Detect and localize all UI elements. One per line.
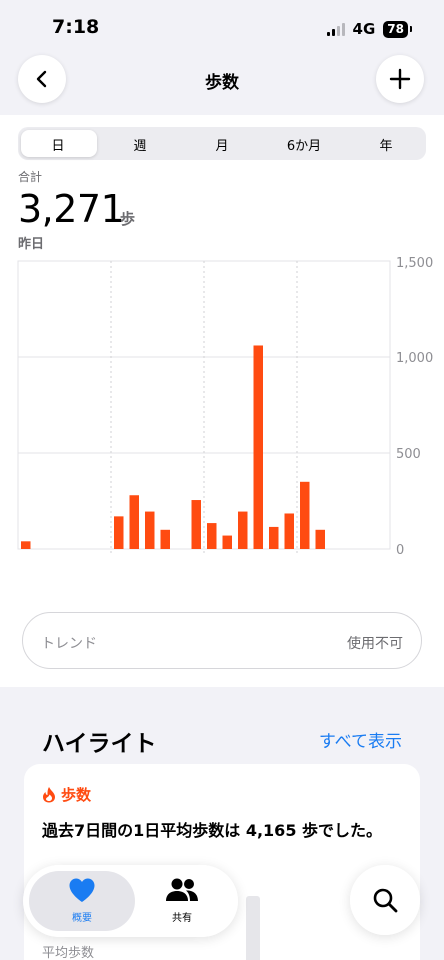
total-steps-value: 3,271 bbox=[18, 187, 125, 231]
chart-frame bbox=[17, 260, 391, 550]
search-button[interactable] bbox=[350, 865, 420, 935]
bar-hour-9 bbox=[160, 529, 170, 549]
bar-hour-8 bbox=[145, 511, 155, 549]
battery-icon: 78 bbox=[383, 20, 412, 38]
highlight-text: 過去7日間の1日平均歩数は 4,165 歩でした。 bbox=[42, 821, 383, 840]
tab-sharing-label: 共有 bbox=[172, 913, 192, 924]
highlight-sub-label: 平均歩数 bbox=[42, 946, 95, 960]
bar-hour-6 bbox=[114, 516, 124, 549]
network-type: 4G bbox=[352, 20, 376, 38]
steps-bar-chart[interactable]: 1,5001,00050000 時6 時12 時18 時 bbox=[0, 255, 444, 555]
highlight-category-label: 歩数 bbox=[61, 786, 92, 804]
bar-hour-14 bbox=[238, 511, 248, 549]
y-tick-label: 1,500 bbox=[396, 256, 433, 271]
cellular-signal-icon bbox=[326, 22, 345, 36]
tab-bar: 概要 共有 bbox=[23, 865, 238, 937]
bar-hour-19 bbox=[315, 529, 325, 549]
segment-day[interactable]: 日 bbox=[28, 135, 88, 154]
steps-unit: 歩 bbox=[120, 210, 136, 228]
segment-month[interactable]: 月 bbox=[192, 135, 252, 154]
tab-summary[interactable]: 概要 bbox=[29, 877, 135, 924]
y-tick-label: 0 bbox=[396, 543, 404, 555]
trend-label: トレンド bbox=[41, 636, 97, 652]
y-tick-label: 500 bbox=[396, 447, 421, 462]
highlight-mini-bar bbox=[246, 896, 260, 960]
trend-value: 使用不可 bbox=[347, 636, 403, 652]
y-tick-label: 1,000 bbox=[396, 351, 433, 366]
bar-hour-11 bbox=[191, 500, 201, 549]
bar-hour-12 bbox=[207, 523, 217, 549]
status-time: 7:18 bbox=[52, 16, 100, 38]
status-bar: 7:18 4G 78 bbox=[0, 0, 444, 54]
bar-hour-13 bbox=[222, 535, 232, 549]
tab-summary-label: 概要 bbox=[72, 913, 92, 924]
period-segmented-control: 日 週 月 6か月 年 bbox=[18, 127, 426, 160]
highlights-title: ハイライト bbox=[42, 731, 157, 757]
tab-sharing[interactable]: 共有 bbox=[129, 877, 235, 924]
bar-hour-7 bbox=[129, 495, 139, 549]
steps-card: 日 週 月 6か月 年 合計 3,271 歩 昨日 1,500 1,000 500 0… bbox=[0, 115, 444, 687]
bar-hour-17 bbox=[284, 513, 294, 549]
screen: { "status": {"time": "7:18", "network": … bbox=[0, 0, 444, 960]
bar-hour-15 bbox=[253, 345, 263, 549]
show-all-link[interactable]: すべて表示 bbox=[319, 727, 402, 752]
total-label: 合計 bbox=[18, 170, 43, 184]
add-data-button[interactable] bbox=[376, 55, 424, 103]
plus-icon bbox=[389, 68, 411, 90]
bar-hour-18 bbox=[300, 481, 310, 549]
trend-button[interactable]: トレンド 使用不可 bbox=[22, 612, 422, 669]
search-icon bbox=[373, 888, 398, 913]
people-icon bbox=[166, 878, 198, 901]
highlight-category: 歩数 bbox=[42, 784, 91, 805]
bar-hour-0 bbox=[21, 541, 31, 549]
segment-6-months[interactable]: 6か月 bbox=[274, 135, 334, 154]
bar-hour-16 bbox=[269, 526, 279, 549]
segment-week[interactable]: 週 bbox=[110, 135, 170, 154]
segment-year[interactable]: 年 bbox=[356, 135, 416, 154]
heart-icon bbox=[69, 878, 95, 902]
status-indicators: 4G 78 bbox=[326, 20, 412, 38]
date-label: 昨日 bbox=[18, 237, 45, 252]
flame-icon bbox=[43, 787, 55, 803]
